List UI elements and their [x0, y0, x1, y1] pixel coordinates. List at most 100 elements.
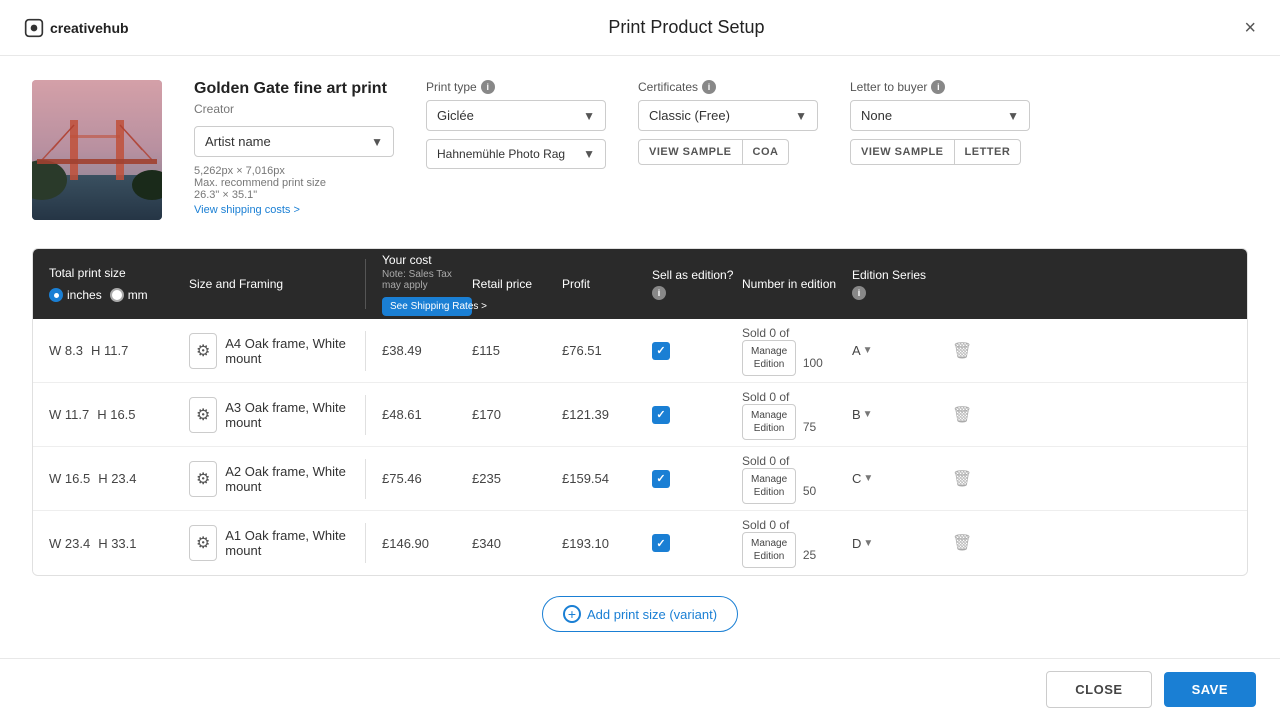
- modal-footer: CLOSE SAVE: [0, 658, 1280, 720]
- series-select-1[interactable]: B ▼: [852, 407, 873, 422]
- close-x-button[interactable]: ×: [1244, 18, 1256, 38]
- letter-to-buyer-field: Letter to buyer i None ▼ VIEW SAMPLE LET…: [850, 80, 1030, 220]
- series-letter-2: C: [852, 471, 861, 486]
- print-paper-dropdown[interactable]: Hahnemühle Photo Rag ▼: [426, 139, 606, 169]
- row-sell-1: [652, 406, 742, 424]
- row-size-2: W 16.5 H 23.4: [49, 471, 189, 486]
- edition-number-1: 75: [803, 420, 816, 434]
- manage-edition-button-3[interactable]: ManageEdition: [742, 532, 796, 568]
- coa-button[interactable]: COA: [743, 139, 790, 165]
- row-edition-1: Sold 0 of ManageEdition 75: [742, 390, 852, 440]
- view-sample-coa-button[interactable]: VIEW SAMPLE: [638, 139, 743, 165]
- row-series-0: A ▼: [852, 343, 952, 358]
- print-type-label: Print type i: [426, 80, 606, 94]
- gear-button-3[interactable]: ⚙: [189, 525, 217, 561]
- edition-number-3: 25: [803, 548, 816, 562]
- edition-series-info-icon[interactable]: i: [852, 286, 866, 300]
- modal-title: Print Product Setup: [608, 17, 764, 38]
- manage-edition-button-0[interactable]: ManageEdition: [742, 340, 796, 376]
- certificates-arrow: ▼: [795, 109, 807, 123]
- row-edition-2: Sold 0 of ManageEdition 50: [742, 454, 852, 504]
- series-select-2[interactable]: C ▼: [852, 471, 873, 486]
- row-size-1: W 11.7 H 16.5: [49, 407, 189, 422]
- row-framing-0: ⚙ A4 Oak frame, White mount: [189, 333, 349, 369]
- th-number-in-edition: Number in edition: [742, 277, 852, 291]
- manage-edition-button-2[interactable]: ManageEdition: [742, 468, 796, 504]
- row-framing-3: ⚙ A1 Oak frame, White mount: [189, 525, 349, 561]
- row-profit-2: £159.54: [562, 471, 652, 486]
- series-select-0[interactable]: A ▼: [852, 343, 873, 358]
- table-rows: W 8.3 H 11.7 ⚙ A4 Oak frame, White mount…: [33, 319, 1247, 575]
- sell-checkbox-0[interactable]: [652, 342, 670, 360]
- add-variant-button[interactable]: + Add print size (variant): [542, 596, 738, 632]
- row-size-0: W 8.3 H 11.7: [49, 343, 189, 358]
- sell-as-edition-info-icon[interactable]: i: [652, 286, 666, 300]
- series-select-3[interactable]: D ▼: [852, 536, 873, 551]
- row-cost-2: £75.46: [382, 471, 472, 486]
- print-type-info-icon[interactable]: i: [481, 80, 495, 94]
- edition-number-2: 50: [803, 484, 816, 498]
- inches-radio-dot: [49, 288, 63, 302]
- row-divider-3: [365, 523, 366, 563]
- letter-to-buyer-arrow: ▼: [1007, 109, 1019, 123]
- logo-icon: [24, 18, 44, 38]
- letter-sample-buttons: VIEW SAMPLE LETTER: [850, 139, 1030, 165]
- row-height-2: H 23.4: [98, 471, 136, 486]
- manage-edition-button-1[interactable]: ManageEdition: [742, 404, 796, 440]
- delete-button-1[interactable]: 🗑: [952, 405, 972, 425]
- logo: creativehub: [24, 18, 129, 38]
- close-button[interactable]: CLOSE: [1046, 671, 1151, 708]
- row-sell-0: [652, 342, 742, 360]
- variants-table: Total print size inches mm: [32, 248, 1248, 576]
- letter-to-buyer-dropdown[interactable]: None ▼: [850, 100, 1030, 131]
- certificates-sample-buttons: VIEW SAMPLE COA: [638, 139, 818, 165]
- row-divider-1: [365, 395, 366, 435]
- row-actions-0: 🗑: [952, 341, 992, 361]
- th-divider: [365, 259, 366, 309]
- inches-radio[interactable]: inches: [49, 288, 102, 302]
- table-row: W 23.4 H 33.1 ⚙ A1 Oak frame, White moun…: [33, 511, 1247, 575]
- view-shipping-link[interactable]: View shipping costs >: [194, 204, 300, 216]
- letter-to-buyer-info-icon[interactable]: i: [931, 80, 945, 94]
- row-sell-3: [652, 534, 742, 552]
- row-framing-text-3: A1 Oak frame, White mount: [225, 528, 349, 558]
- row-actions-3: 🗑: [952, 533, 992, 553]
- gear-button-0[interactable]: ⚙: [189, 333, 217, 369]
- series-letter-0: A: [852, 343, 861, 358]
- sold-info-0: Sold 0 of: [742, 326, 852, 340]
- th-sell-as-edition: Sell as edition? i: [652, 268, 742, 300]
- series-arrow-0: ▼: [863, 345, 873, 356]
- certificates-info-icon[interactable]: i: [702, 80, 716, 94]
- see-shipping-button[interactable]: See Shipping Rates >: [382, 297, 472, 316]
- letter-button[interactable]: LETTER: [955, 139, 1022, 165]
- delete-button-0[interactable]: 🗑: [952, 341, 972, 361]
- row-framing-2: ⚙ A2 Oak frame, White mount: [189, 461, 349, 497]
- sell-checkbox-3[interactable]: [652, 534, 670, 552]
- series-letter-1: B: [852, 407, 861, 422]
- mm-radio[interactable]: mm: [110, 288, 148, 302]
- delete-button-3[interactable]: 🗑: [952, 533, 972, 553]
- gear-button-2[interactable]: ⚙: [189, 461, 217, 497]
- modal-header: creativehub Print Product Setup ×: [0, 0, 1280, 56]
- add-variant-area: + Add print size (variant): [32, 576, 1248, 642]
- table-row: W 8.3 H 11.7 ⚙ A4 Oak frame, White mount…: [33, 319, 1247, 383]
- modal: creativehub Print Product Setup ×: [0, 0, 1280, 720]
- row-width-0: W 8.3: [49, 343, 83, 358]
- sell-checkbox-2[interactable]: [652, 470, 670, 488]
- save-button[interactable]: SAVE: [1164, 672, 1256, 707]
- print-type-dropdown[interactable]: Giclée ▼: [426, 100, 606, 131]
- row-edition-0: Sold 0 of ManageEdition 100: [742, 326, 852, 376]
- gear-button-1[interactable]: ⚙: [189, 397, 217, 433]
- certificates-dropdown[interactable]: Classic (Free) ▼: [638, 100, 818, 131]
- row-edition-3: Sold 0 of ManageEdition 25: [742, 518, 852, 568]
- row-framing-1: ⚙ A3 Oak frame, White mount: [189, 397, 349, 433]
- add-variant-label: Add print size (variant): [587, 607, 717, 622]
- view-sample-letter-button[interactable]: VIEW SAMPLE: [850, 139, 955, 165]
- delete-button-2[interactable]: 🗑: [952, 469, 972, 489]
- row-cost-0: £38.49: [382, 343, 472, 358]
- row-profit-3: £193.10: [562, 536, 652, 551]
- sell-checkbox-1[interactable]: [652, 406, 670, 424]
- row-actions-1: 🗑: [952, 405, 992, 425]
- creator-dropdown[interactable]: Artist name ▼: [194, 126, 394, 157]
- row-height-1: H 16.5: [97, 407, 135, 422]
